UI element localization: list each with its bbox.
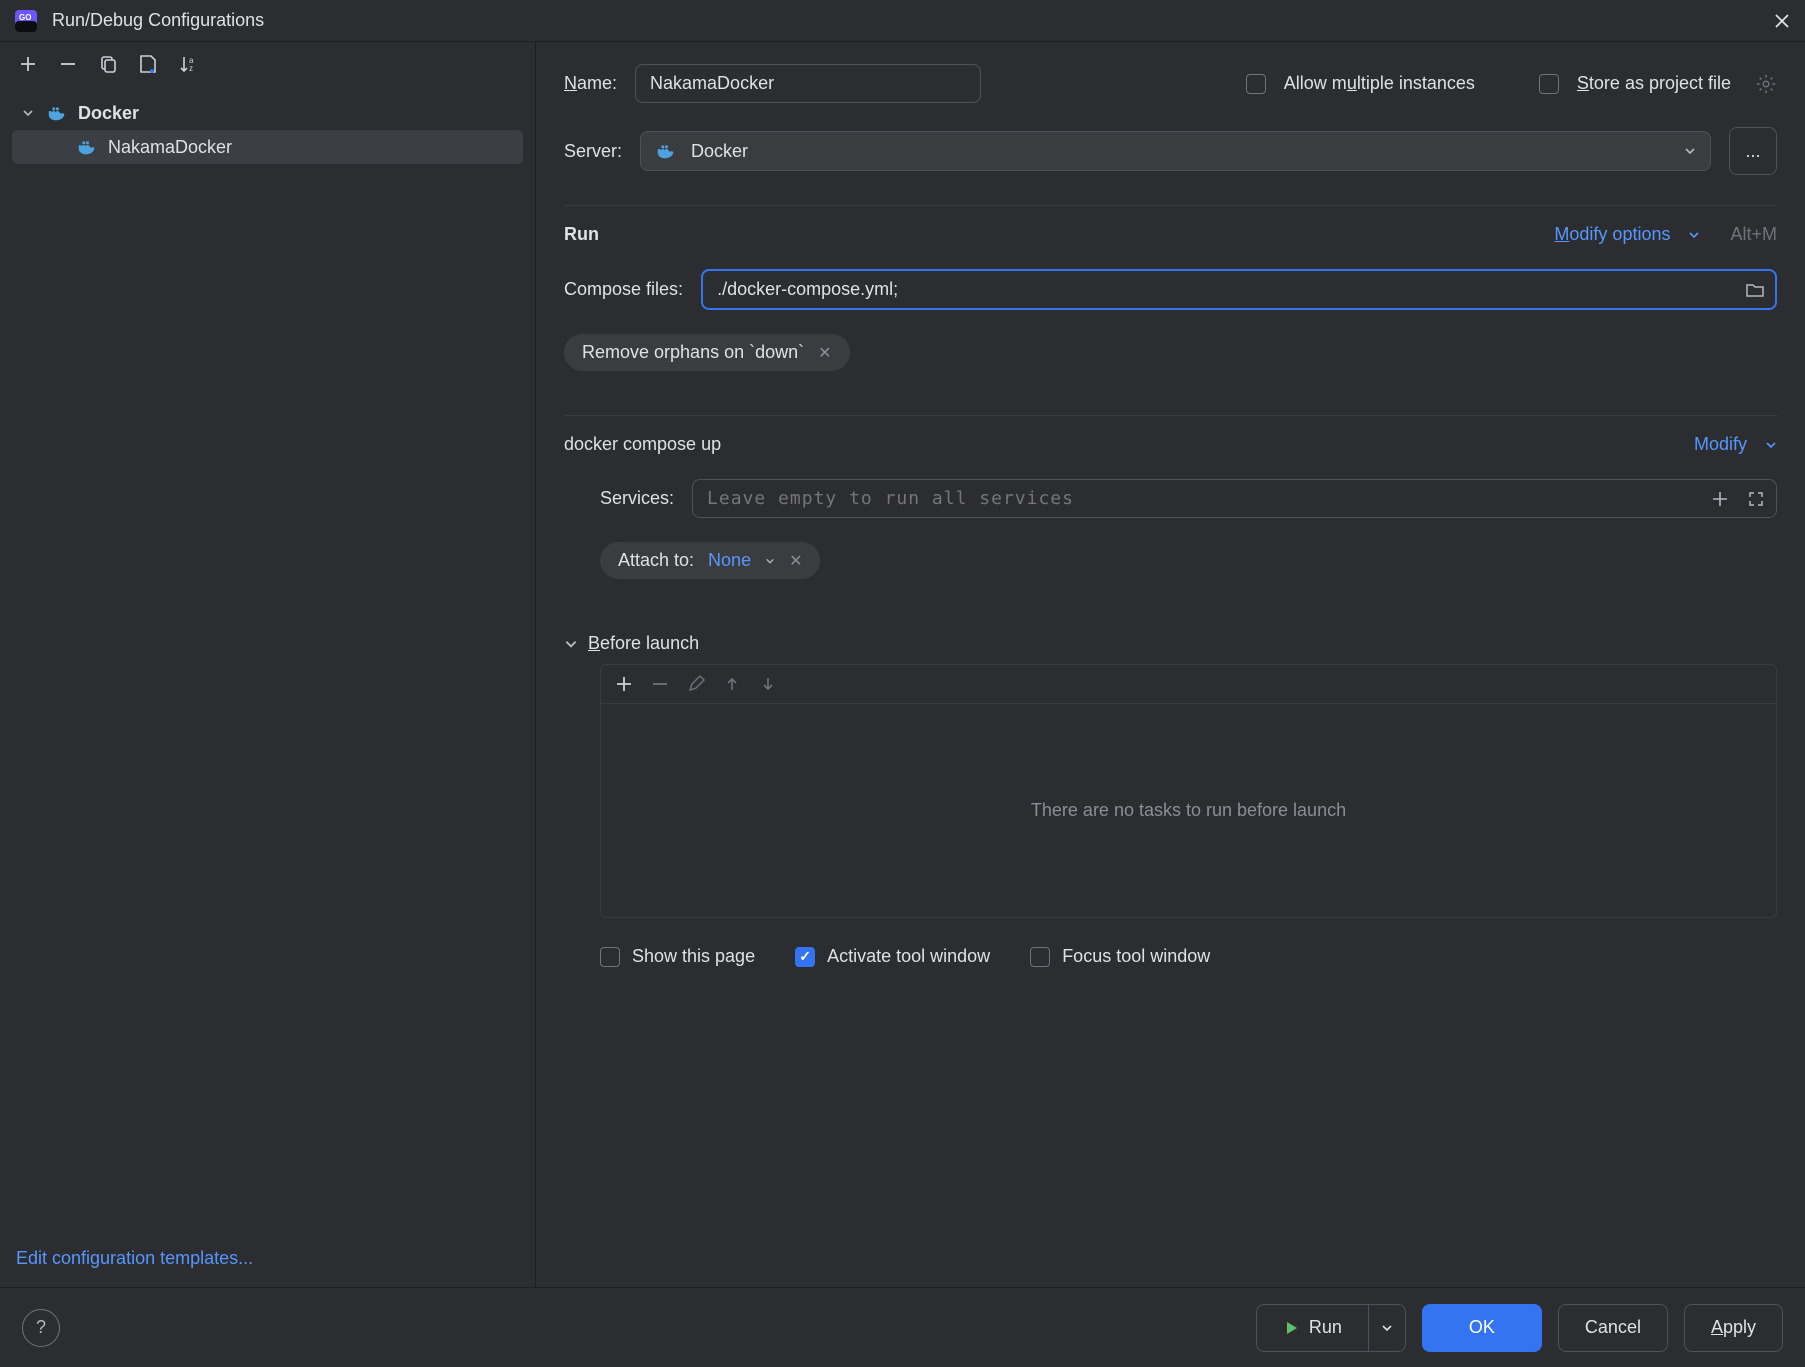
store-project-checkbox[interactable] [1539, 74, 1559, 94]
attach-value: None [708, 550, 751, 571]
window-title: Run/Debug Configurations [52, 10, 264, 31]
server-browse-button[interactable]: ... [1729, 127, 1777, 175]
tree-item-nakamadocker[interactable]: NakamaDocker [12, 130, 523, 164]
add-icon[interactable] [16, 52, 40, 76]
server-select[interactable]: Docker [640, 131, 1711, 171]
before-launch-panel: There are no tasks to run before launch [600, 664, 1777, 918]
chevron-down-icon [1688, 229, 1700, 241]
edit-templates-link[interactable]: Edit configuration templates... [0, 1230, 535, 1287]
docker-icon [46, 102, 68, 124]
edit-icon[interactable] [687, 675, 705, 693]
tree-item-docker[interactable]: Docker [12, 96, 523, 130]
tree-parent-label: Docker [78, 103, 139, 124]
ok-button[interactable]: OK [1422, 1304, 1542, 1352]
compose-files-input[interactable] [701, 269, 1777, 310]
close-icon[interactable]: ✕ [818, 343, 831, 363]
compose-up-label: docker compose up [564, 434, 721, 455]
up-icon[interactable] [723, 675, 741, 693]
config-tree: Docker NakamaDocker [0, 96, 535, 164]
close-icon[interactable]: ✕ [789, 551, 802, 571]
run-label: Run [1309, 1317, 1342, 1338]
services-input[interactable] [692, 479, 1777, 518]
services-label: Services: [600, 488, 674, 509]
remove-icon[interactable] [56, 52, 80, 76]
close-icon[interactable] [1773, 12, 1791, 30]
svg-text:z: z [189, 64, 193, 73]
allow-multiple-label: Allow multiple instances [1284, 73, 1475, 94]
apply-button[interactable]: Apply [1684, 1304, 1783, 1352]
run-dropdown-button[interactable] [1368, 1304, 1406, 1352]
remove-icon[interactable] [651, 675, 669, 693]
show-page-label: Show this page [632, 946, 755, 967]
chevron-down-icon [1684, 145, 1696, 157]
name-label: Name: [564, 73, 617, 94]
tree-child-label: NakamaDocker [108, 137, 232, 158]
docker-icon [76, 136, 98, 158]
chevron-down-icon [20, 105, 36, 121]
before-launch-title: Before launch [588, 633, 699, 654]
focus-tool-label: Focus tool window [1062, 946, 1210, 967]
before-launch-empty: There are no tasks to run before launch [601, 704, 1776, 917]
focus-tool-checkbox[interactable] [1030, 947, 1050, 967]
down-icon[interactable] [759, 675, 777, 693]
help-icon[interactable]: ? [22, 1309, 60, 1347]
add-icon[interactable] [1711, 490, 1729, 508]
svg-text:GO: GO [19, 13, 31, 22]
chip-label: Remove orphans on `down` [582, 342, 804, 363]
name-input[interactable] [635, 64, 981, 103]
cancel-button[interactable]: Cancel [1558, 1304, 1668, 1352]
compose-label: Compose files: [564, 279, 683, 300]
folder-icon[interactable] [1745, 280, 1765, 300]
add-icon[interactable] [615, 675, 633, 693]
attach-chip[interactable]: Attach to: None ✕ [600, 542, 820, 579]
modify-shortcut: Alt+M [1730, 224, 1777, 245]
show-page-checkbox[interactable] [600, 947, 620, 967]
allow-multiple-checkbox[interactable] [1246, 74, 1266, 94]
docker-icon [655, 140, 677, 162]
chevron-down-icon[interactable] [564, 637, 578, 651]
store-project-label: Store as project file [1577, 73, 1731, 94]
modify-options-link[interactable]: Modify options [1554, 224, 1670, 245]
server-label: Server: [564, 141, 622, 162]
app-icon: GO [14, 9, 38, 33]
copy-icon[interactable] [96, 52, 120, 76]
run-button[interactable]: Run [1256, 1304, 1368, 1352]
activate-tool-checkbox[interactable] [795, 947, 815, 967]
chevron-down-icon [1765, 439, 1777, 451]
save-template-icon[interactable] [136, 52, 160, 76]
chevron-down-icon [765, 556, 775, 566]
sort-icon[interactable]: az [176, 52, 200, 76]
remove-orphans-chip[interactable]: Remove orphans on `down` ✕ [564, 334, 850, 371]
gear-icon[interactable] [1755, 73, 1777, 95]
run-section-title: Run [564, 224, 599, 245]
activate-tool-label: Activate tool window [827, 946, 990, 967]
expand-icon[interactable] [1747, 490, 1765, 508]
play-icon [1283, 1320, 1299, 1336]
attach-label: Attach to: [618, 550, 694, 571]
modify-link[interactable]: Modify [1694, 434, 1747, 455]
server-value: Docker [691, 141, 748, 162]
